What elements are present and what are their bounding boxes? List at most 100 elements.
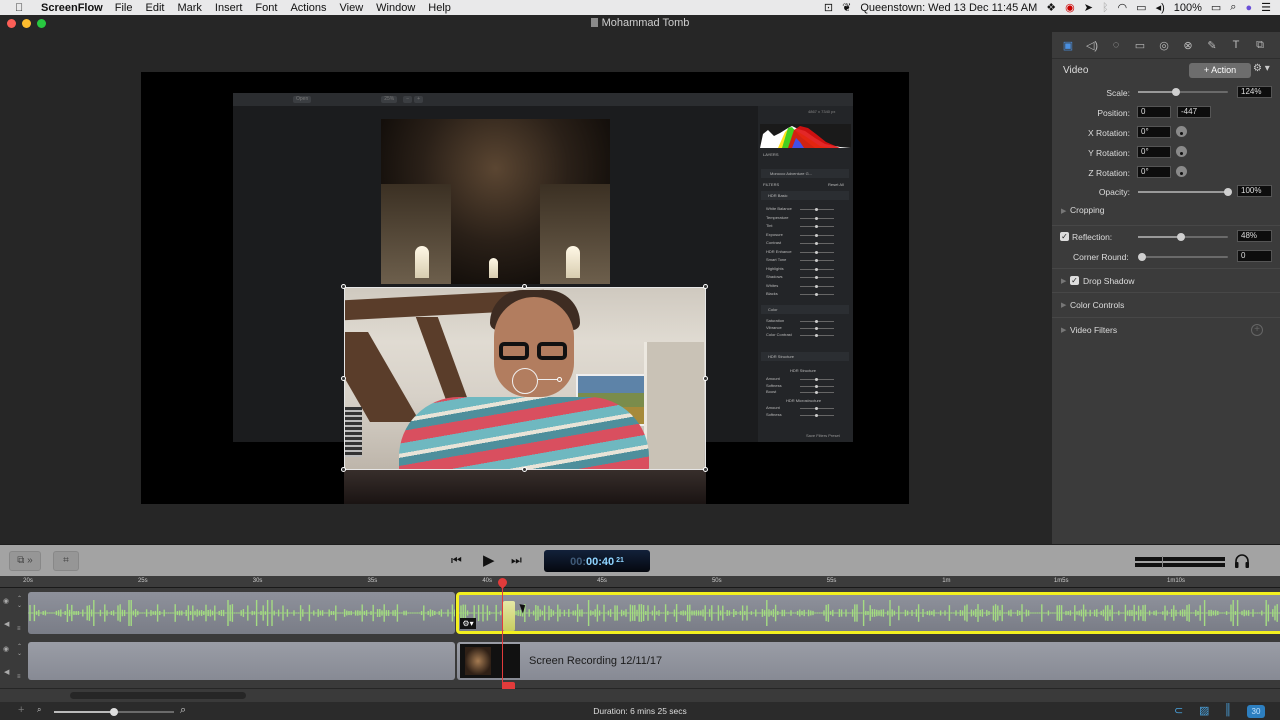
menu-app-name[interactable]: ScreenFlow — [41, 2, 103, 14]
disclosure-triangle-icon[interactable]: ▶ — [1061, 326, 1066, 334]
gear-menu-button[interactable]: ⚙ ▾ — [1253, 63, 1270, 74]
clip-gear-icon[interactable]: ⚙▾ — [460, 618, 476, 629]
track-reorder-icon[interactable]: ⌃ ⌄ — [17, 595, 22, 609]
tab-callout[interactable]: ▭ — [1128, 37, 1152, 53]
siri-icon[interactable]: ● — [1245, 2, 1252, 14]
thumbnail-toggle-icon[interactable]: ▨ — [1199, 704, 1209, 717]
speaker-icon[interactable]: ◀ — [4, 668, 9, 676]
apple-menu-icon[interactable]:  — [15, 2, 29, 14]
reflection-slider[interactable] — [1138, 233, 1228, 241]
fast-forward-button[interactable]: ⏭ — [511, 553, 522, 568]
clock[interactable]: Queenstown: Wed 13 Dec 11:45 AM — [860, 2, 1037, 14]
battery-icon[interactable]: ▭ — [1211, 1, 1221, 14]
resize-handle-e[interactable] — [703, 376, 708, 381]
wifi-icon[interactable]: ◠ — [1118, 1, 1128, 14]
tab-screen-recording[interactable]: ◌ — [1104, 37, 1128, 53]
visibility-eye-icon[interactable]: ◉ — [3, 597, 9, 605]
disclosure-triangle-icon[interactable]: ▶ — [1061, 277, 1066, 285]
selected-audio-clip[interactable] — [456, 592, 1280, 634]
tab-video[interactable]: ▣ — [1056, 37, 1080, 53]
drop-shadow-section[interactable]: ▶ ✓ Drop Shadow — [1052, 268, 1280, 292]
notification-center-icon[interactable]: ☰ — [1261, 1, 1271, 14]
z-rotation-field[interactable]: 0° — [1137, 166, 1171, 178]
video-stage[interactable]: Open 25% − + 4867 x 7340 px LAYERS Moroc… — [141, 72, 909, 504]
menu-insert[interactable]: Insert — [215, 2, 243, 14]
track-menu-icon[interactable]: ≡ — [17, 674, 21, 680]
tab-text[interactable]: T — [1224, 37, 1248, 53]
forward-icon[interactable]: ➤ — [1084, 1, 1093, 14]
audio-clip-left[interactable] — [28, 592, 455, 634]
rotation-anchor[interactable] — [512, 368, 538, 394]
evernote-icon[interactable]: ❦ — [842, 1, 851, 14]
tab-media-library[interactable]: ⧉ — [1248, 37, 1272, 53]
resize-handle-ne[interactable] — [703, 284, 708, 289]
headphones-icon[interactable] — [1234, 554, 1250, 568]
video-filters-section[interactable]: ▶ Video Filters + — [1052, 317, 1280, 341]
resize-handle-sw[interactable] — [341, 467, 346, 472]
resize-handle-n[interactable] — [522, 284, 527, 289]
play-button[interactable]: ▶ — [483, 551, 495, 569]
menu-window[interactable]: Window — [376, 2, 415, 14]
volume-icon[interactable]: ◂) — [1156, 1, 1165, 14]
snapping-magnet-icon[interactable]: ⊂ — [1174, 704, 1183, 717]
dropbox-icon[interactable]: ❖ — [1046, 1, 1056, 14]
rotation-handle[interactable] — [557, 377, 562, 382]
resize-handle-s[interactable] — [522, 467, 527, 472]
disclosure-triangle-icon[interactable]: ▶ — [1061, 301, 1066, 309]
corner-round-field[interactable]: 0 — [1237, 250, 1272, 262]
tab-audio[interactable]: ◁) — [1080, 37, 1104, 53]
menu-font[interactable]: Font — [255, 2, 277, 14]
visibility-eye-icon[interactable]: ◉ — [3, 645, 9, 653]
menu-file[interactable]: File — [115, 2, 133, 14]
timeline-scrollbar[interactable] — [0, 689, 1280, 702]
x-rotation-field[interactable]: 0° — [1137, 126, 1171, 138]
timeline-scrollbar-thumb[interactable] — [70, 692, 246, 699]
position-x-field[interactable]: 0 — [1137, 106, 1171, 118]
creative-cloud-icon[interactable]: ◉ — [1065, 1, 1075, 14]
waveform-toggle-icon[interactable]: ║ — [1224, 704, 1232, 716]
timeline-ruler[interactable]: 20s 25s 30s 35s 40s 45s 50s 55s 1m 1m5s 1m10s — [0, 576, 1280, 588]
scale-field[interactable]: 124% — [1237, 86, 1272, 98]
speaker-icon[interactable]: ◀ — [4, 620, 9, 628]
corner-round-slider[interactable] — [1138, 253, 1228, 261]
add-action-button[interactable]: + Action — [1189, 63, 1251, 78]
opacity-field[interactable]: 100% — [1237, 185, 1272, 197]
drop-shadow-checkbox[interactable]: ✓ — [1070, 276, 1079, 285]
resize-handle-nw[interactable] — [341, 284, 346, 289]
menu-view[interactable]: View — [340, 2, 364, 14]
track-reorder-icon[interactable]: ⌃ ⌄ — [17, 643, 22, 657]
rewind-button[interactable]: ⏮ — [451, 553, 462, 568]
bluetooth-icon[interactable]: ᛒ — [1102, 2, 1109, 14]
airplay-icon[interactable]: ▭ — [1136, 1, 1146, 14]
spotlight-icon[interactable]: ⌕ — [1230, 1, 1236, 14]
resize-handle-se[interactable] — [703, 467, 708, 472]
menu-actions[interactable]: Actions — [290, 2, 326, 14]
tab-annotations[interactable]: ⊗ — [1176, 37, 1200, 53]
empty-track-region[interactable] — [28, 642, 455, 680]
playhead-line[interactable] — [502, 580, 503, 690]
clip-trim-handle[interactable] — [503, 601, 515, 631]
canvas-area[interactable]: Open 25% − + 4867 x 7340 px LAYERS Moroc… — [0, 32, 1052, 544]
resize-handle-w[interactable] — [341, 376, 346, 381]
position-y-field[interactable]: -447 — [1177, 106, 1211, 118]
menu-help[interactable]: Help — [428, 2, 451, 14]
y-rotation-dial[interactable] — [1176, 146, 1187, 157]
cropping-section[interactable]: ▶ Cropping — [1052, 200, 1280, 224]
color-controls-section[interactable]: ▶ Color Controls — [1052, 292, 1280, 316]
battery-percent[interactable]: 100% — [1174, 2, 1202, 14]
z-rotation-dial[interactable] — [1176, 166, 1187, 177]
scale-slider[interactable] — [1138, 88, 1228, 96]
opacity-slider[interactable] — [1138, 188, 1232, 196]
frame-rate-badge[interactable]: 30 — [1247, 705, 1265, 718]
menu-edit[interactable]: Edit — [145, 2, 164, 14]
menu-mark[interactable]: Mark — [177, 2, 201, 14]
disclosure-triangle-icon[interactable]: ▶ — [1061, 207, 1066, 215]
crop-button[interactable]: ⌗ — [53, 551, 79, 571]
y-rotation-field[interactable]: 0° — [1137, 146, 1171, 158]
x-rotation-dial[interactable] — [1176, 126, 1187, 137]
track-menu-icon[interactable]: ≡ — [17, 626, 21, 632]
screen-record-icon[interactable]: ⊡ — [824, 1, 833, 14]
add-filter-button[interactable]: + — [1251, 324, 1263, 336]
tab-touch-callout[interactable]: ◎ — [1152, 37, 1176, 53]
reflection-field[interactable]: 48% — [1237, 230, 1272, 242]
